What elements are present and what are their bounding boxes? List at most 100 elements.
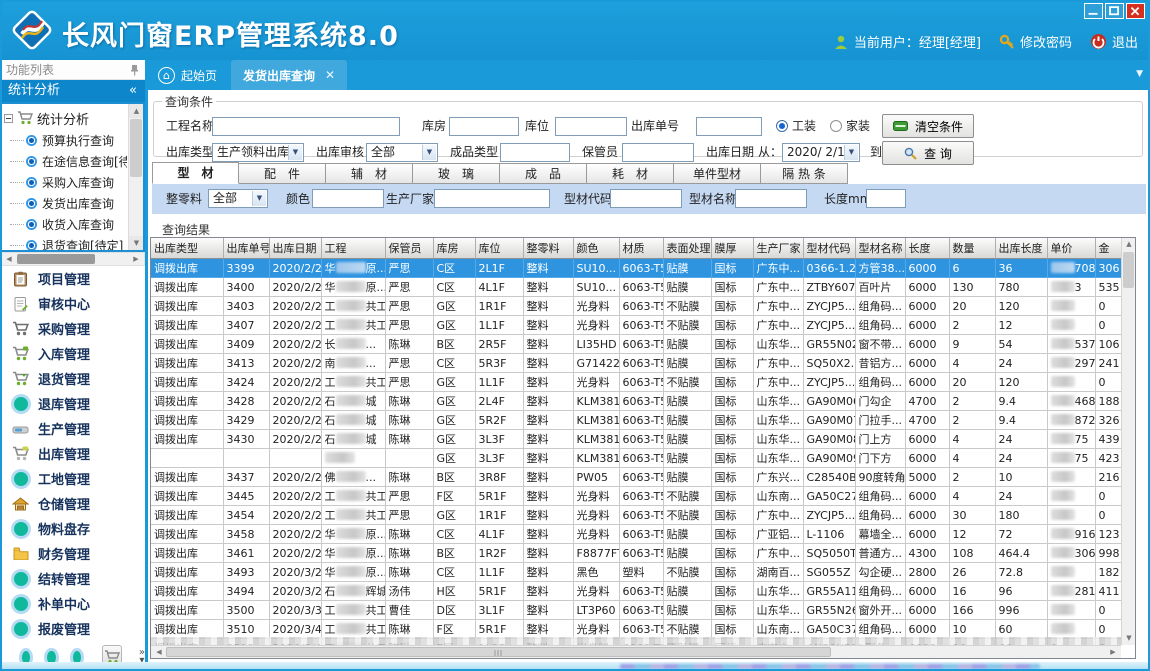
color-input[interactable] xyxy=(312,189,384,208)
maker-input[interactable] xyxy=(434,189,550,208)
scrollbar-thumb[interactable] xyxy=(1123,252,1134,288)
keeper-input[interactable] xyxy=(622,143,694,162)
table-row[interactable]: 调拨出库34132020/2/26南...严思C区5R3F整料G71422606… xyxy=(151,354,1121,373)
sidebar-item-退货管理[interactable]: 退货管理 xyxy=(0,366,145,391)
tree-item-在途信息查询[待[interactable]: 在途信息查询[待 xyxy=(4,151,127,172)
table-row[interactable]: 调拨出库35002020/3/3工共工程曹佳D区3L1F整料LT3P606063… xyxy=(151,601,1121,620)
scroll-right-icon[interactable] xyxy=(129,253,143,266)
sidebar-item-工地管理[interactable]: 工地管理 xyxy=(0,466,145,491)
column-header-型材代码[interactable]: 型材代码 xyxy=(803,238,855,259)
column-header-出库日期[interactable]: 出库日期 xyxy=(269,238,321,259)
scroll-left-icon[interactable] xyxy=(152,646,166,659)
column-header-颜色[interactable]: 颜色 xyxy=(573,238,619,259)
group-header-statistics[interactable]: 统计分析 xyxy=(0,80,145,102)
sidebar-item-项目管理[interactable]: 项目管理 xyxy=(0,266,145,291)
table-row[interactable]: 调拨出库34072020/2/25工共工程严思G区1L1F整料光身料6063-T… xyxy=(151,316,1121,335)
table-row[interactable]: 调拨出库34292020/2/26石城陈琳G区5R2F整料KLM38176063… xyxy=(151,411,1121,430)
sidebar-item-采购管理[interactable]: 采购管理 xyxy=(0,316,145,341)
grid-horizontal-scrollbar[interactable] xyxy=(151,645,1121,658)
column-header-整零料[interactable]: 整零料 xyxy=(523,238,573,259)
scroll-up-icon[interactable] xyxy=(1122,238,1136,251)
radio-jiazhuang[interactable]: 家装 xyxy=(830,116,870,136)
material-tab-单件型材[interactable]: 单件型材 xyxy=(674,163,761,184)
material-tab-辅材[interactable]: 辅 材 xyxy=(326,163,413,184)
scrollbar-thumb[interactable] xyxy=(130,119,142,177)
table-row[interactable]: 调拨出库34032020/2/25工共工程严思G区1R1F整料光身料6063-T… xyxy=(151,297,1121,316)
radio-gongzhuang[interactable]: 工装 xyxy=(776,116,816,136)
outbound-audit-select[interactable]: 全部 xyxy=(366,143,438,162)
material-tab-成品[interactable]: 成 品 xyxy=(500,163,587,184)
scroll-right-icon[interactable] xyxy=(1106,646,1120,659)
table-row[interactable]: 调拨出库34452020/2/27工共工程严思F区5R1F整料光身料6063-T… xyxy=(151,487,1121,506)
grid-vertical-scrollbar[interactable] xyxy=(1121,238,1135,645)
column-header-保管员[interactable]: 保管员 xyxy=(385,238,433,259)
column-header-膜厚[interactable]: 膜厚 xyxy=(711,238,753,259)
tree-item-预算执行查询[interactable]: 预算执行查询 xyxy=(4,130,127,151)
tree-item-采购入库查询[interactable]: 采购入库查询 xyxy=(4,172,127,193)
table-row[interactable]: 调拨出库33992020/2/25华原...严思C区2L1F整料SU10...6… xyxy=(151,259,1121,278)
change-password-button[interactable]: 修改密码 xyxy=(999,32,1072,51)
tree-vertical-scrollbar[interactable] xyxy=(128,104,143,250)
close-button[interactable] xyxy=(1126,3,1145,19)
sidebar-item-出库管理[interactable]: 出库管理 xyxy=(0,441,145,466)
maximize-button[interactable] xyxy=(1105,3,1124,19)
sidebar-item-财务管理[interactable]: 财务管理 xyxy=(0,541,145,566)
scroll-up-icon[interactable] xyxy=(129,104,144,118)
tree-item-退货查询[待定][interactable]: 退货查询[待定] xyxy=(4,235,127,250)
column-header-表面处理[interactable]: 表面处理 xyxy=(663,238,711,259)
table-row[interactable]: 调拨出库34942020/3/2石辉城汤伟H区5R1F整料光身料6063-T5贴… xyxy=(151,582,1121,601)
sidebar-item-审核中心[interactable]: 审核中心 xyxy=(0,291,145,316)
scrollbar-thumb[interactable] xyxy=(166,647,831,657)
tree-horizontal-scrollbar[interactable] xyxy=(0,252,145,266)
logout-button[interactable]: 退出 xyxy=(1090,32,1138,51)
tab-overflow-icon[interactable] xyxy=(1136,69,1143,79)
column-header-数量[interactable]: 数量 xyxy=(949,238,995,259)
table-row[interactable]: 调拨出库34612020/2/28华原...陈琳B区1R2F整料F8877FT6… xyxy=(151,544,1121,563)
warehouse-input[interactable] xyxy=(449,117,519,136)
material-tab-耗材[interactable]: 耗 材 xyxy=(587,163,674,184)
tree-item-发货出库查询[interactable]: 发货出库查询 xyxy=(4,193,127,214)
length-mm-input[interactable] xyxy=(866,189,906,208)
tree-item-收货入库查询[interactable]: 收货入库查询 xyxy=(4,214,127,235)
sidebar-item-入库管理[interactable]: 入库管理 xyxy=(0,341,145,366)
table-row[interactable]: 调拨出库34582020/2/28华原...陈琳C区4L1F整料光身料6063-… xyxy=(151,525,1121,544)
scroll-left-icon[interactable] xyxy=(2,253,16,266)
material-tab-玻璃[interactable]: 玻 璃 xyxy=(413,163,500,184)
whole-part-select[interactable]: 全部 xyxy=(208,189,268,208)
column-header-工程[interactable]: 工程 xyxy=(321,238,385,259)
material-tab-型材[interactable]: 型 材 xyxy=(152,162,239,184)
column-header-型材名称[interactable]: 型材名称 xyxy=(855,238,905,259)
sidebar-item-物料盘存[interactable]: 物料盘存 xyxy=(0,516,145,541)
tab-close-icon[interactable]: ✕ xyxy=(325,68,335,82)
product-type-input[interactable] xyxy=(500,143,570,162)
scroll-down-icon[interactable] xyxy=(1122,632,1136,645)
table-row[interactable]: 调拨出库34372020/2/27佛...陈琳B区3R8F整料PW056063-… xyxy=(151,468,1121,487)
material-tab-配件[interactable]: 配 件 xyxy=(239,163,326,184)
table-row[interactable]: 调拨出库34092020/2/25长...陈琳B区2R5F整料LI35HD606… xyxy=(151,335,1121,354)
column-header-金[interactable]: 金 xyxy=(1095,238,1121,259)
table-row[interactable]: 调拨出库34542020/2/28工共工程严思G区1R1F整料光身料6063-T… xyxy=(151,506,1121,525)
scrollbar-thumb[interactable] xyxy=(17,254,95,264)
date-from-select[interactable]: 2020/ 2/16 xyxy=(782,143,860,162)
table-row[interactable]: 调拨出库34302020/2/26石城陈琳G区3L3F整料KLM38176063… xyxy=(151,430,1121,449)
tree-root-statistics[interactable]: 统计分析 xyxy=(4,106,127,130)
column-header-出库单号[interactable]: 出库单号 xyxy=(223,238,269,259)
tab-home[interactable]: ⌂ 起始页 xyxy=(148,60,231,90)
profile-name-input[interactable] xyxy=(735,189,807,208)
column-header-出库长度[interactable]: 出库长度 xyxy=(995,238,1047,259)
table-row[interactable]: 调拨出库35102020/3/4工共工程陈琳F区5R1F整料光身料6063-T5… xyxy=(151,620,1121,639)
minimize-button[interactable] xyxy=(1084,3,1103,19)
table-row[interactable]: 调拨出库34282020/2/26石城陈琳G区2L4F整料KLM38176063… xyxy=(151,392,1121,411)
column-header-出库类型[interactable]: 出库类型 xyxy=(151,238,223,259)
table-row[interactable]: 调拨出库34242020/2/26工共工程严思G区1L1F整料光身料6063-T… xyxy=(151,373,1121,392)
column-header-库位[interactable]: 库位 xyxy=(475,238,523,259)
project-name-input[interactable] xyxy=(212,117,400,136)
tree-collapse-icon[interactable] xyxy=(4,114,13,123)
tab-shipment-outbound-query[interactable]: 发货出库查询 ✕ xyxy=(231,60,347,90)
sidebar-item-结转管理[interactable]: 结转管理 xyxy=(0,566,145,591)
sidebar-item-退库管理[interactable]: 退库管理 xyxy=(0,391,145,416)
pin-icon[interactable] xyxy=(130,64,139,76)
column-header-长度[interactable]: 长度 xyxy=(905,238,949,259)
sidebar-item-仓储管理[interactable]: 仓储管理 xyxy=(0,491,145,516)
scroll-down-icon[interactable] xyxy=(129,236,144,250)
